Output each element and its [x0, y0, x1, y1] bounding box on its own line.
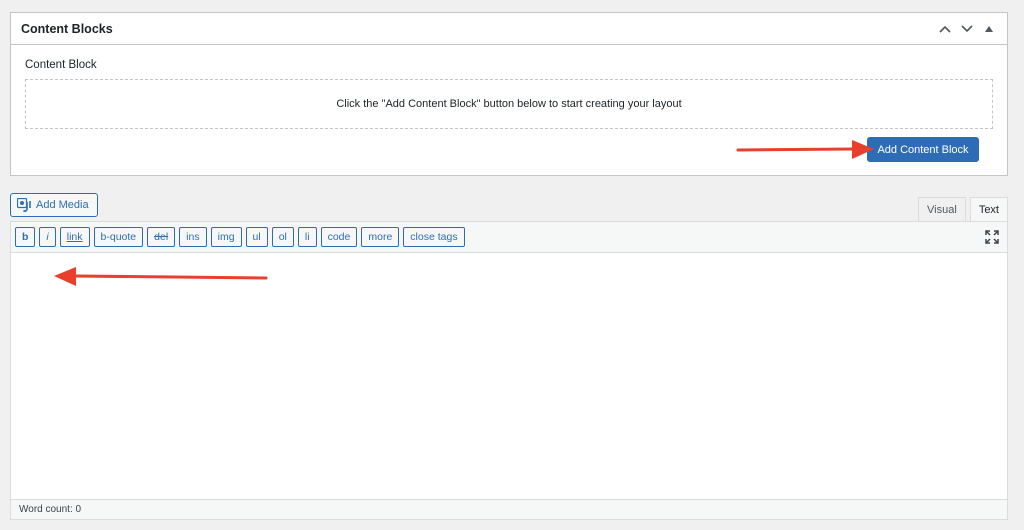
tab-visual[interactable]: Visual: [918, 197, 966, 221]
qt-del-button[interactable]: del: [147, 227, 176, 247]
qt-bold-button[interactable]: b: [15, 227, 36, 247]
qt-code-button[interactable]: code: [320, 227, 358, 247]
editor-textarea[interactable]: [11, 253, 1007, 500]
media-icon: [17, 198, 31, 212]
qt-link-button[interactable]: link: [59, 227, 90, 247]
word-count: Word count: 0: [19, 504, 82, 515]
add-content-block-button[interactable]: Add Content Block: [867, 137, 979, 162]
qt-italic-button[interactable]: i: [39, 227, 56, 247]
editor-status-bar: Word count: 0: [11, 499, 1007, 519]
annotation-arrow-right-icon: [736, 140, 874, 159]
add-media-label: Add Media: [36, 199, 89, 211]
move-up-icon[interactable]: [937, 21, 953, 37]
editor-tabs: Visual Text: [918, 197, 1008, 221]
metabox-controls: [937, 21, 997, 37]
content-block-label: Content Block: [25, 59, 97, 71]
move-down-icon[interactable]: [959, 21, 975, 37]
content-block-dropzone: Click the "Add Content Block" button bel…: [25, 79, 993, 129]
qt-close-tags-button[interactable]: close tags: [403, 227, 465, 247]
qt-more-button[interactable]: more: [361, 227, 400, 247]
add-media-button[interactable]: Add Media: [10, 193, 98, 217]
qt-blockquote-button[interactable]: b-quote: [93, 227, 144, 247]
fullscreen-icon[interactable]: [985, 230, 999, 244]
qt-img-button[interactable]: img: [210, 227, 242, 247]
qt-li-button[interactable]: li: [297, 227, 317, 247]
annotation-arrow-left-icon: [54, 267, 268, 286]
qt-ins-button[interactable]: ins: [179, 227, 207, 247]
collapse-toggle-icon[interactable]: [981, 21, 997, 37]
qt-ul-button[interactable]: ul: [245, 227, 268, 247]
quicktags-toolbar: b i link b-quote del ins img ul ol li co…: [11, 222, 1007, 253]
tab-text[interactable]: Text: [969, 197, 1008, 221]
metabox-header: Content Blocks: [11, 13, 1007, 45]
metabox-title: Content Blocks: [21, 21, 113, 36]
qt-ol-button[interactable]: ol: [271, 227, 294, 247]
empty-layout-message: Click the "Add Content Block" button bel…: [336, 98, 682, 110]
